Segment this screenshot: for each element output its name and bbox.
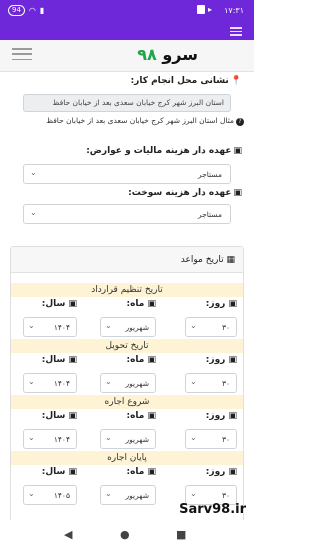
month-select[interactable]: شهریور ⌄ xyxy=(100,485,156,505)
chevron-down-icon: ⌄ xyxy=(105,377,112,386)
brand-logo[interactable]: سرو ۹۸ xyxy=(137,45,198,64)
chevron-down-icon: ⌄ xyxy=(190,377,197,386)
menu-icon[interactable] xyxy=(230,27,242,36)
back-icon[interactable]: ◀ xyxy=(64,528,72,541)
chevron-down-icon: ⌄ xyxy=(30,208,37,217)
section-title-end: پایان اجاره xyxy=(11,451,243,465)
day-label: ▣ روز: xyxy=(205,467,237,477)
brand-number: ۹۸ xyxy=(137,45,157,64)
day-label: ▣ روز: xyxy=(205,299,237,309)
money-icon: ▣ xyxy=(233,188,242,198)
month-label: ▣ ماه: xyxy=(126,355,156,365)
watermark: Sarv98.ir xyxy=(179,502,246,517)
section-title-delivery: تاریخ تحویل xyxy=(11,339,243,353)
section-title-start: شروع اجاره xyxy=(11,395,243,409)
main-content: 📍نشانی محل انجام کار: استان البرز شهر کر… xyxy=(0,72,254,550)
tax-label: ▣عهده دار هزینه مالیات و عوارض: xyxy=(86,146,242,156)
notification-icon xyxy=(196,5,205,14)
section-title-contract: تاریخ تنظیم قرارداد xyxy=(11,283,243,297)
location-input[interactable]: استان البرز شهر کرج خیابان سعدی بعد از خ… xyxy=(23,94,231,112)
status-time: ۱۷:۳۱ xyxy=(224,6,244,15)
day-label: ▣ روز: xyxy=(205,355,237,365)
alarm-icon: ▸ xyxy=(207,5,212,14)
day-label: ▣ روز: xyxy=(205,411,237,421)
chevron-down-icon: ⌄ xyxy=(105,489,112,498)
chevron-down-icon: ⌄ xyxy=(28,489,35,498)
hamburger-icon[interactable] xyxy=(12,48,32,62)
pin-icon: 📍 xyxy=(230,76,242,86)
chevron-down-icon: ⌄ xyxy=(105,321,112,330)
status-bar: 94 ◠ ▮ ▸ ۱۷:۳۱ xyxy=(0,0,254,22)
chevron-down-icon: ⌄ xyxy=(190,433,197,442)
day-select[interactable]: ۳۰ ⌄ xyxy=(185,373,237,393)
navbar: سرو ۹۸ xyxy=(0,40,254,72)
chevron-down-icon: ⌄ xyxy=(190,321,197,330)
month-select[interactable]: شهریور ⌄ xyxy=(100,373,156,393)
chevron-down-icon: ⌄ xyxy=(30,168,37,177)
month-label: ▣ ماه: xyxy=(126,299,156,309)
tax-select[interactable]: مستاجر ⌄ xyxy=(23,164,231,184)
tax-value: مستاجر xyxy=(197,170,222,179)
dates-card-header: ▦ تاریخ مواعد xyxy=(11,247,243,273)
home-icon[interactable]: ● xyxy=(120,528,130,541)
year-label: ▣ سال: xyxy=(41,299,77,309)
year-select[interactable]: ۱۴۰۴ ⌄ xyxy=(23,429,77,449)
location-help: ?مثال استان البرز شهر کرج خیابان سعدی بع… xyxy=(20,114,244,128)
year-select[interactable]: ۱۴۰۴ ⌄ xyxy=(23,373,77,393)
fuel-value: مستاجر xyxy=(197,210,222,219)
month-label: ▣ ماه: xyxy=(126,411,156,421)
fuel-label: ▣عهده دار هزینه سوخت: xyxy=(128,188,242,198)
chevron-down-icon: ⌄ xyxy=(190,489,197,498)
chevron-down-icon: ⌄ xyxy=(28,321,35,330)
system-nav-bar: ◀ ● ■ xyxy=(0,520,254,550)
fuel-select[interactable]: مستاجر ⌄ xyxy=(23,204,231,224)
dates-card-title: ▦ تاریخ مواعد xyxy=(180,255,235,265)
recents-icon[interactable]: ■ xyxy=(176,528,186,541)
year-label: ▣ سال: xyxy=(41,355,77,365)
year-select[interactable]: ۱۴۰۴ ⌄ xyxy=(23,317,77,337)
app-topbar xyxy=(0,22,254,40)
day-select[interactable]: ۳۰ ⌄ xyxy=(185,317,237,337)
month-select[interactable]: شهریور ⌄ xyxy=(100,317,156,337)
chevron-down-icon: ⌄ xyxy=(105,433,112,442)
wifi-icon: ◠ xyxy=(28,5,36,15)
year-label: ▣ سال: xyxy=(41,411,77,421)
money-icon: ▣ xyxy=(233,146,242,156)
status-right-icons: ▸ xyxy=(196,5,212,15)
signal-icon: ▮ xyxy=(39,5,45,15)
status-left-icons: 94 ◠ ▮ xyxy=(8,5,44,16)
month-select[interactable]: شهریور ⌄ xyxy=(100,429,156,449)
calendar-icon: ▦ xyxy=(226,255,235,265)
month-label: ▣ ماه: xyxy=(126,467,156,477)
year-label: ▣ سال: xyxy=(41,467,77,477)
chevron-down-icon: ⌄ xyxy=(28,377,35,386)
brand-name: سرو xyxy=(162,45,198,64)
day-select[interactable]: ۳۰ ⌄ xyxy=(185,429,237,449)
year-select[interactable]: ۱۴۰۵ ⌄ xyxy=(23,485,77,505)
question-icon: ? xyxy=(236,118,244,126)
battery-pill: 94 xyxy=(8,5,25,16)
location-label: 📍نشانی محل انجام کار: xyxy=(130,76,242,86)
chevron-down-icon: ⌄ xyxy=(28,433,35,442)
